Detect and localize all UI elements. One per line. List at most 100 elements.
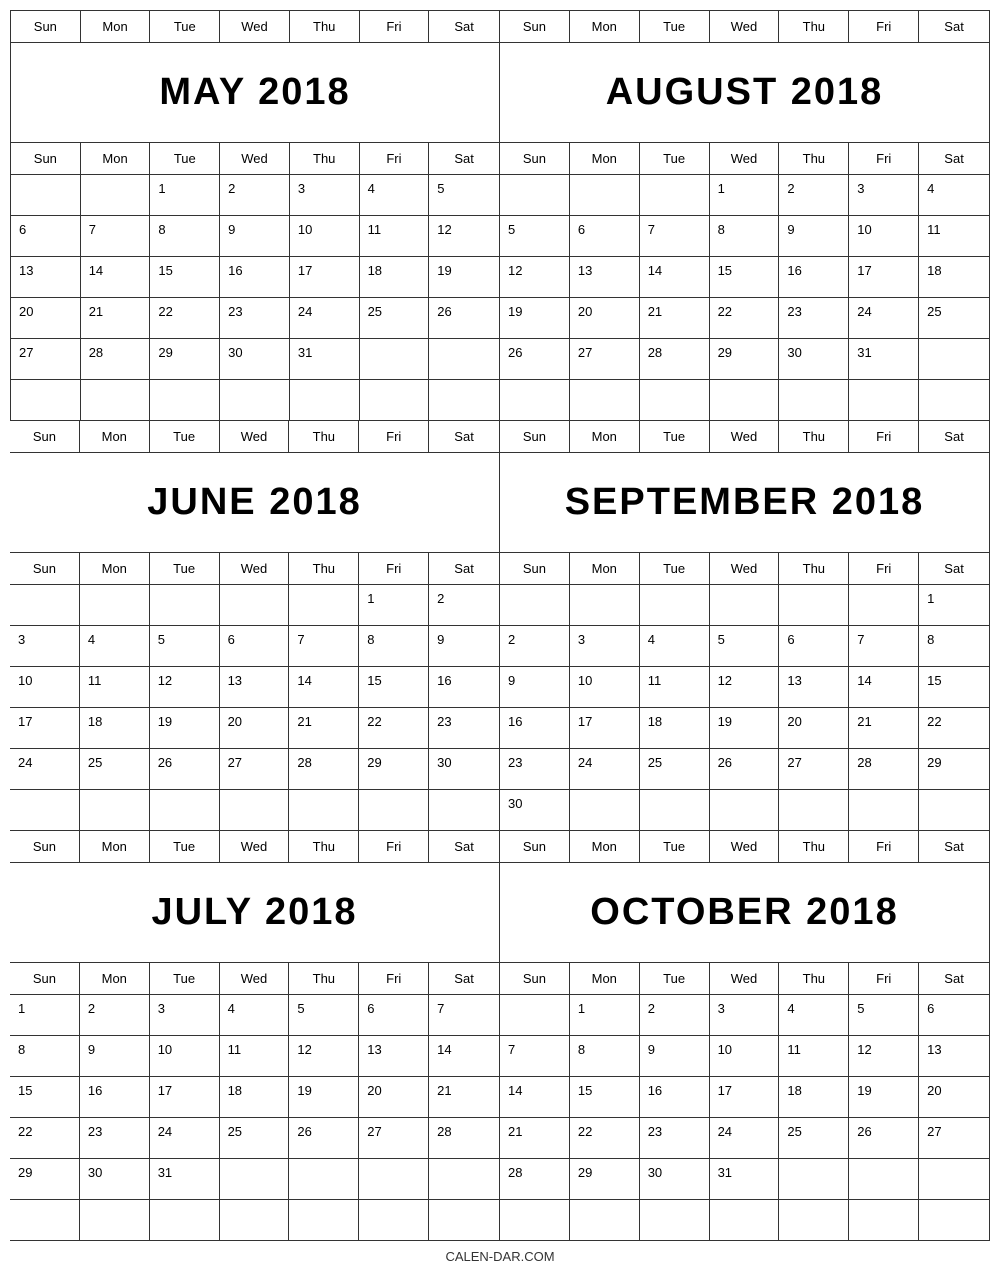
header-row-top-july-2018: SunMonTueWedThuFriSat	[10, 831, 499, 863]
day-header-cell: Tue	[640, 553, 710, 584]
cal-day: 6	[570, 216, 640, 256]
cal-week: 22232425262728	[10, 1118, 499, 1159]
day-header-cell: Thu	[779, 963, 849, 994]
day-header-cell: Thu	[779, 553, 849, 584]
month-title-june-2018: JUNE 2018	[147, 481, 361, 524]
header-row-top-august-2018: SunMonTueWedThuFriSat	[500, 11, 989, 43]
day-header-cell: Sat	[919, 421, 989, 452]
cal-day	[10, 1200, 80, 1240]
day-header-cell: Sun	[10, 553, 80, 584]
cal-day: 7	[81, 216, 151, 256]
cal-day: 11	[220, 1036, 290, 1076]
cal-day: 26	[289, 1118, 359, 1158]
cal-day: 10	[849, 216, 919, 256]
cal-day	[10, 585, 80, 625]
cal-day	[919, 339, 989, 379]
day-header-cell: Thu	[289, 553, 359, 584]
cal-day: 17	[570, 708, 640, 748]
cal-day: 14	[500, 1077, 570, 1117]
cal-day: 29	[359, 749, 429, 789]
cal-day	[429, 380, 499, 420]
cal-day: 6	[779, 626, 849, 666]
cal-day: 25	[220, 1118, 290, 1158]
header-row-bottom-september-2018: SunMonTueWedThuFriSat	[500, 553, 989, 585]
cal-day	[220, 585, 290, 625]
cal-body-july-2018: 1234567891011121314151617181920212223242…	[10, 995, 499, 1240]
cal-week: 567891011	[500, 216, 989, 257]
cal-day: 29	[919, 749, 989, 789]
cal-day: 16	[640, 1077, 710, 1117]
cal-day	[11, 175, 81, 215]
cal-day	[220, 790, 290, 830]
cal-day: 16	[500, 708, 570, 748]
cal-day: 5	[429, 175, 499, 215]
cal-week: 12	[10, 585, 499, 626]
day-header-cell: Sun	[11, 143, 81, 174]
cal-day: 4	[779, 995, 849, 1035]
cal-day: 13	[220, 667, 290, 707]
cal-day: 19	[150, 708, 220, 748]
cal-day: 4	[919, 175, 989, 215]
day-header-cell: Mon	[80, 831, 150, 862]
day-header-cell: Wed	[710, 143, 780, 174]
cal-day: 24	[710, 1118, 780, 1158]
cal-week: 14151617181920	[500, 1077, 989, 1118]
cal-week: 1234	[500, 175, 989, 216]
cal-day: 16	[220, 257, 290, 297]
day-header-cell: Wed	[220, 831, 290, 862]
day-header-cell: Fri	[849, 831, 919, 862]
cal-day	[640, 380, 710, 420]
cal-day: 18	[220, 1077, 290, 1117]
cal-day: 23	[80, 1118, 150, 1158]
month-title-area-october-2018: OCTOBER 2018	[500, 863, 989, 963]
day-header-cell: Mon	[80, 421, 150, 452]
cal-day: 28	[429, 1118, 499, 1158]
cal-day: 19	[710, 708, 780, 748]
cal-day: 11	[80, 667, 150, 707]
day-header-cell: Tue	[150, 831, 220, 862]
cal-body-june-2018: 1234567891011121314151617181920212223242…	[10, 585, 499, 830]
day-header-cell: Sat	[919, 11, 989, 42]
day-header-cell: Wed	[710, 963, 780, 994]
cal-week: 1	[500, 585, 989, 626]
cal-day	[919, 1159, 989, 1199]
cal-week: 9101112131415	[500, 667, 989, 708]
cal-day: 11	[360, 216, 430, 256]
month-title-area-may-2018: MAY 2018	[11, 43, 499, 143]
cal-day: 16	[80, 1077, 150, 1117]
day-header-cell: Mon	[80, 553, 150, 584]
day-header-cell: Mon	[570, 421, 640, 452]
day-header-cell: Sat	[919, 831, 989, 862]
cal-day: 8	[570, 1036, 640, 1076]
cal-day: 6	[11, 216, 81, 256]
cal-day	[429, 1200, 499, 1240]
cal-day	[429, 1159, 499, 1199]
day-header-cell: Sat	[429, 553, 499, 584]
cal-day: 14	[289, 667, 359, 707]
day-header-cell: Wed	[220, 963, 290, 994]
cal-day: 28	[849, 749, 919, 789]
cal-day: 31	[150, 1159, 220, 1199]
cal-day: 20	[919, 1077, 989, 1117]
day-header-cell: Tue	[150, 553, 220, 584]
day-header-cell: Mon	[80, 963, 150, 994]
cal-day: 24	[849, 298, 919, 338]
cal-week: 21222324252627	[500, 1118, 989, 1159]
cal-day: 8	[919, 626, 989, 666]
cal-day: 25	[919, 298, 989, 338]
day-header-cell: Sun	[10, 421, 80, 452]
cal-day: 9	[640, 1036, 710, 1076]
header-row-bottom-june-2018: SunMonTueWedThuFriSat	[10, 553, 499, 585]
day-header-cell: Wed	[710, 11, 780, 42]
day-header-cell: Sat	[429, 11, 499, 42]
cal-day: 15	[710, 257, 780, 297]
cal-week: 15161718192021	[10, 1077, 499, 1118]
day-header-cell: Wed	[710, 831, 780, 862]
cal-day: 23	[429, 708, 499, 748]
cal-day	[289, 1200, 359, 1240]
cal-day: 14	[81, 257, 151, 297]
month-title-area-august-2018: AUGUST 2018	[500, 43, 989, 143]
cal-day	[289, 585, 359, 625]
day-header-cell: Tue	[150, 421, 220, 452]
day-header-cell: Thu	[289, 421, 359, 452]
